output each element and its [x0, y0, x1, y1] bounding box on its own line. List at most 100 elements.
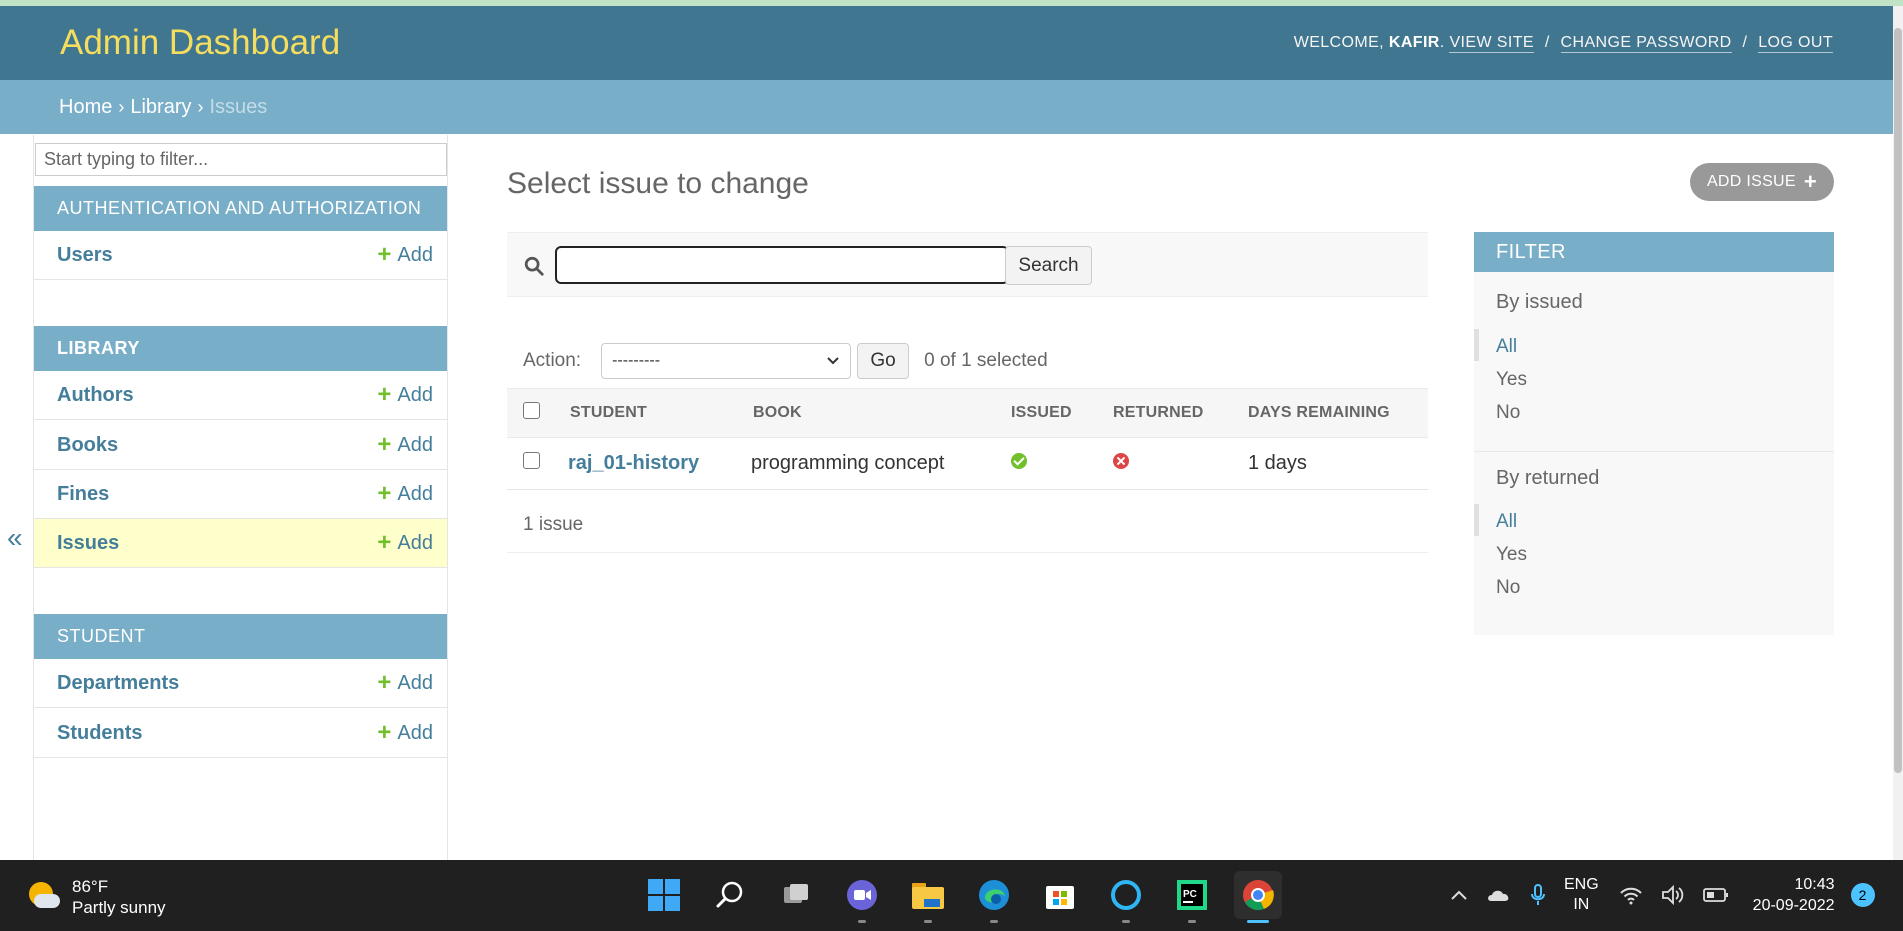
task-view-icon[interactable] [772, 871, 820, 919]
microsoft-store-icon[interactable] [1036, 871, 1084, 919]
filter-returned-yes[interactable]: Yes [1496, 544, 1527, 566]
add-authors-link[interactable]: + Add [377, 383, 433, 407]
add-students-link[interactable]: + Add [377, 721, 433, 745]
column-header-student[interactable]: STUDENT [562, 388, 747, 438]
page-scrollbar[interactable] [1893, 6, 1903, 860]
cell-issued [1005, 437, 1107, 490]
onedrive-icon[interactable] [1486, 887, 1512, 903]
column-header-issued[interactable]: ISSUED [1005, 388, 1107, 438]
running-indicator [1122, 920, 1130, 923]
plus-icon: + [377, 480, 392, 507]
model-link-fines[interactable]: Fines [57, 483, 109, 506]
filter-returned-all[interactable]: All [1496, 511, 1517, 533]
edge-browser-icon[interactable] [970, 871, 1018, 923]
view-site-link[interactable]: VIEW SITE [1449, 34, 1534, 53]
add-label: Add [397, 721, 433, 744]
battery-icon[interactable] [1702, 887, 1729, 903]
add-books-link[interactable]: + Add [377, 433, 433, 457]
filter-issued-yes[interactable]: Yes [1496, 369, 1527, 391]
add-label: Add [397, 482, 433, 505]
add-issues-link[interactable]: + Add [377, 531, 433, 555]
action-select-value: --------- [612, 352, 661, 369]
scrollbar-thumb[interactable] [1894, 28, 1902, 773]
change-password-link[interactable]: CHANGE PASSWORD [1560, 34, 1732, 53]
cortana-icon[interactable] [1102, 871, 1150, 923]
add-departments-link[interactable]: + Add [377, 671, 433, 695]
teams-chat-icon[interactable] [838, 871, 886, 923]
taskbar-clock[interactable]: 10:43 20-09-2022 [1753, 874, 1835, 916]
breadcrumb-home[interactable]: Home [59, 96, 112, 119]
filter-returned-no[interactable]: No [1496, 577, 1520, 599]
breadcrumb-library[interactable]: Library [130, 96, 191, 119]
site-brand[interactable]: Admin Dashboard [60, 23, 340, 63]
select-all-checkbox[interactable] [523, 402, 540, 419]
add-fines-link[interactable]: + Add [377, 482, 433, 506]
sidebar-collapse-toggle[interactable]: « [7, 522, 23, 554]
plus-icon: + [377, 241, 392, 268]
taskbar-search-icon[interactable] [706, 871, 754, 919]
add-issue-button[interactable]: ADD ISSUE + [1690, 163, 1834, 201]
region-code: IN [1573, 896, 1590, 913]
username: KAFIR [1388, 34, 1440, 51]
model-link-authors[interactable]: Authors [57, 384, 134, 407]
filter-title: FILTER [1474, 232, 1834, 272]
chevron-up-icon[interactable] [1450, 889, 1468, 901]
breadcrumb-current: Issues [209, 95, 268, 118]
clock-date: 20-09-2022 [1752, 897, 1835, 914]
model-link-users[interactable]: Users [57, 244, 113, 267]
module-caption-library[interactable]: LIBRARY [34, 326, 447, 371]
plus-icon: + [377, 719, 392, 746]
svg-text:PC: PC [1183, 889, 1197, 900]
filter-issued-all[interactable]: All [1496, 336, 1517, 358]
model-link-students[interactable]: Students [57, 722, 143, 745]
running-indicator [1188, 920, 1196, 923]
row-student-link[interactable]: raj_01-history [568, 452, 699, 474]
wifi-icon[interactable] [1619, 885, 1643, 905]
nav-filter-input[interactable] [35, 143, 447, 176]
system-tray: ENG IN 10:43 20-09-2022 2 [1450, 874, 1875, 916]
paginator: 1 issue [507, 497, 1428, 553]
filter-divider [1474, 451, 1834, 452]
model-link-issues[interactable]: Issues [57, 532, 119, 555]
volume-icon[interactable] [1661, 885, 1685, 905]
sidebar-item-fines: Fines + Add [34, 470, 447, 519]
add-users-link[interactable]: + Add [377, 243, 433, 267]
notification-badge[interactable]: 2 [1850, 883, 1875, 907]
column-header-returned[interactable]: RETURNED [1107, 388, 1242, 438]
add-label: Add [397, 243, 433, 266]
running-indicator [924, 920, 932, 923]
breadcrumb: Home › Library › Issues [0, 80, 1893, 134]
cell-book: programming concept [747, 437, 1005, 490]
microphone-icon[interactable] [1530, 883, 1546, 907]
row-checkbox[interactable] [523, 452, 540, 469]
column-header-days-remaining[interactable]: DAYS REMAINING [1242, 388, 1428, 438]
weather-widget[interactable]: 86°F Partly sunny [26, 876, 166, 918]
chrome-icon[interactable] [1234, 871, 1282, 923]
search-button[interactable]: Search [1005, 246, 1092, 285]
cell-days-remaining: 1 days [1242, 437, 1428, 490]
file-explorer-icon[interactable] [904, 871, 952, 923]
pycharm-icon[interactable]: PC [1168, 871, 1216, 923]
row-select-cell [507, 437, 562, 490]
search-input[interactable] [555, 246, 1009, 284]
language-indicator[interactable]: ENG IN [1564, 875, 1599, 915]
sidebar-item-authors: Authors + Add [34, 371, 447, 420]
plus-icon: + [377, 669, 392, 696]
module-caption-auth[interactable]: AUTHENTICATION AND AUTHORIZATION [34, 186, 447, 231]
action-select[interactable]: --------- [601, 343, 852, 379]
module-caption-student[interactable]: STUDENT [34, 614, 447, 659]
weather-temperature: 86°F [72, 877, 109, 896]
filter-issued-no[interactable]: No [1496, 402, 1520, 424]
model-link-departments[interactable]: Departments [57, 672, 179, 695]
check-icon [1011, 453, 1027, 469]
windows-start-icon[interactable] [640, 871, 688, 919]
search-toolbar: Search [507, 232, 1428, 297]
action-label: Action: [523, 350, 582, 371]
go-button[interactable]: Go [857, 343, 910, 379]
table-header-row: STUDENT BOOK ISSUED RETURNED DAYS REMAIN… [507, 388, 1428, 438]
log-out-link[interactable]: LOG OUT [1758, 34, 1833, 53]
model-link-books[interactable]: Books [57, 434, 118, 457]
column-header-book[interactable]: BOOK [747, 388, 1005, 438]
add-label: Add [397, 531, 433, 554]
plus-icon: + [377, 529, 392, 556]
